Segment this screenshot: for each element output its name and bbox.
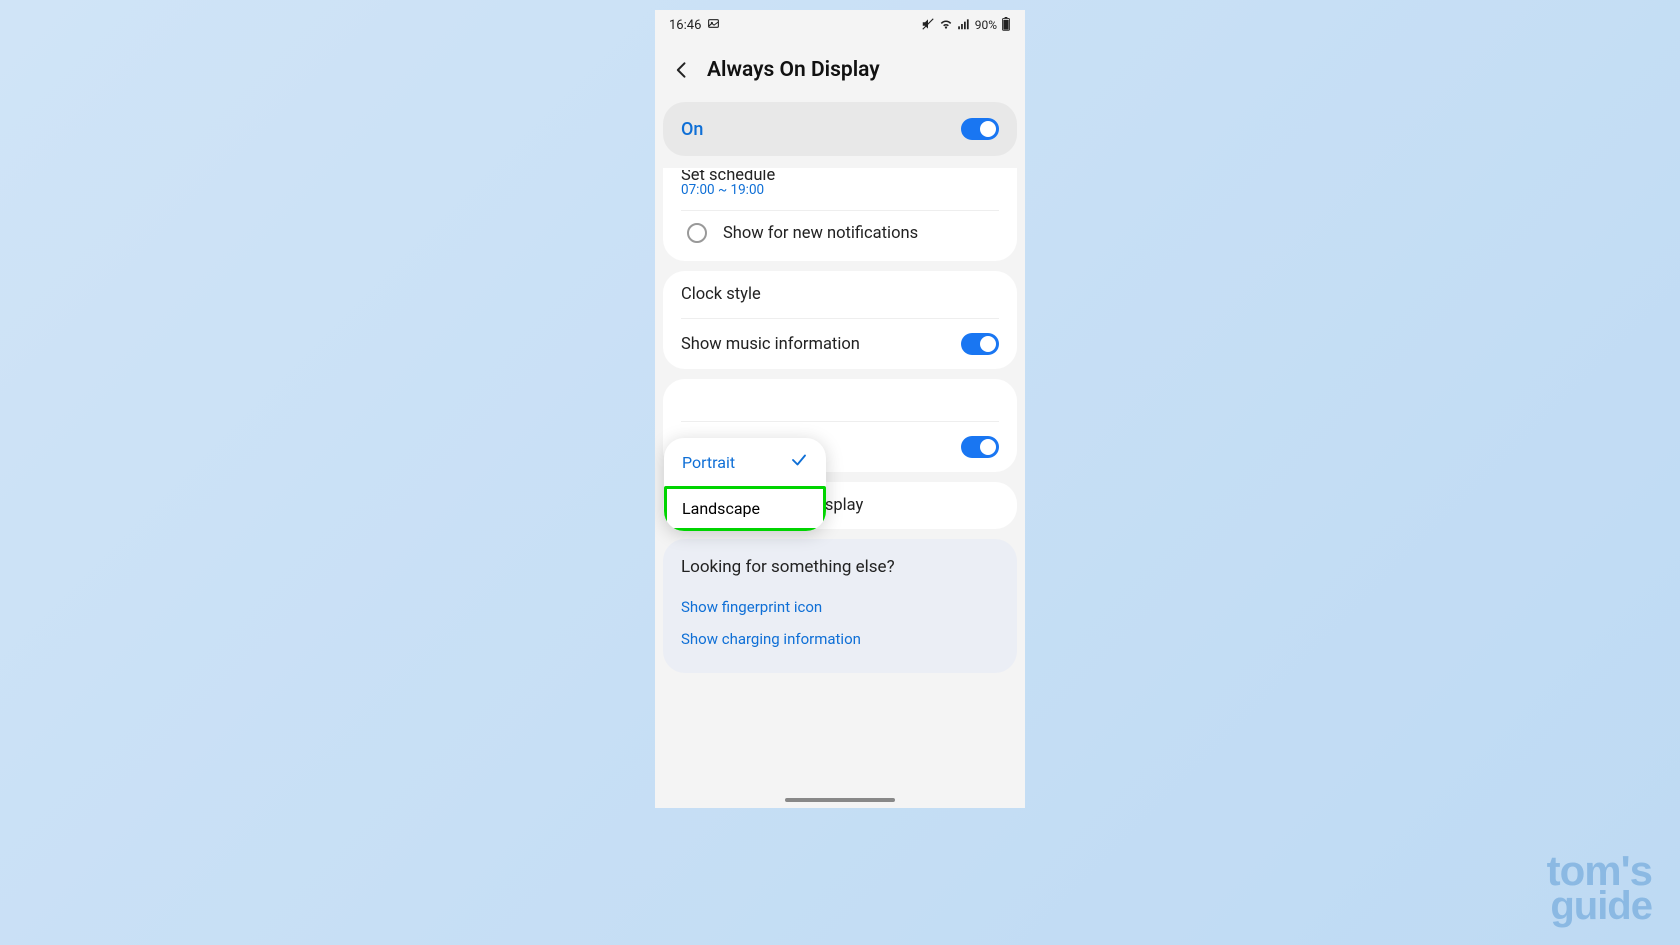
set-schedule-row[interactable]: Set schedule: [663, 170, 1017, 182]
screenshot-icon: [707, 17, 720, 34]
fingerprint-link[interactable]: Show fingerprint icon: [681, 591, 999, 623]
section-style: Clock style Show music information: [663, 271, 1017, 369]
clock-style-row[interactable]: Clock style: [663, 271, 1017, 318]
master-toggle-row[interactable]: On: [663, 102, 1017, 156]
schedule-value: 07:00 ~ 19:00: [663, 182, 1017, 210]
nav-handle[interactable]: [785, 798, 895, 802]
battery-text: 90%: [975, 18, 997, 32]
signal-icon: [957, 17, 971, 34]
status-time: 16:46: [669, 18, 701, 33]
watermark-logo: tom's guide: [1547, 853, 1652, 923]
footer-card: Looking for something else? Show fingerp…: [663, 539, 1017, 673]
charging-link[interactable]: Show charging information: [681, 623, 999, 655]
radio-unchecked-icon: [687, 223, 707, 243]
dropdown-item-landscape[interactable]: Landscape: [664, 486, 826, 531]
music-toggle[interactable]: [961, 333, 999, 355]
master-toggle[interactable]: [961, 118, 999, 140]
page-header: Always On Display: [655, 40, 1025, 102]
back-button[interactable]: [671, 59, 693, 81]
brightness-toggle[interactable]: [961, 436, 999, 458]
phone-screen: 16:46 90% Always On Display: [655, 10, 1025, 808]
section-when-to-show: Set schedule 07:00 ~ 19:00 Show for new …: [663, 168, 1017, 261]
radio-label: Show for new notifications: [723, 224, 918, 243]
status-bar: 16:46 90%: [655, 10, 1025, 40]
orientation-dropdown: Portrait Landscape: [664, 438, 826, 531]
page-title: Always On Display: [707, 58, 880, 82]
dropdown-item-portrait[interactable]: Portrait: [664, 438, 826, 486]
show-notifications-row[interactable]: Show for new notifications: [663, 211, 1017, 261]
master-label: On: [681, 119, 703, 140]
footer-title: Looking for something else?: [681, 557, 999, 577]
mute-icon: [921, 17, 935, 34]
battery-icon: [1001, 17, 1011, 34]
wifi-icon: [939, 17, 953, 34]
music-info-row[interactable]: Show music information: [663, 319, 1017, 369]
check-icon: [790, 451, 808, 473]
